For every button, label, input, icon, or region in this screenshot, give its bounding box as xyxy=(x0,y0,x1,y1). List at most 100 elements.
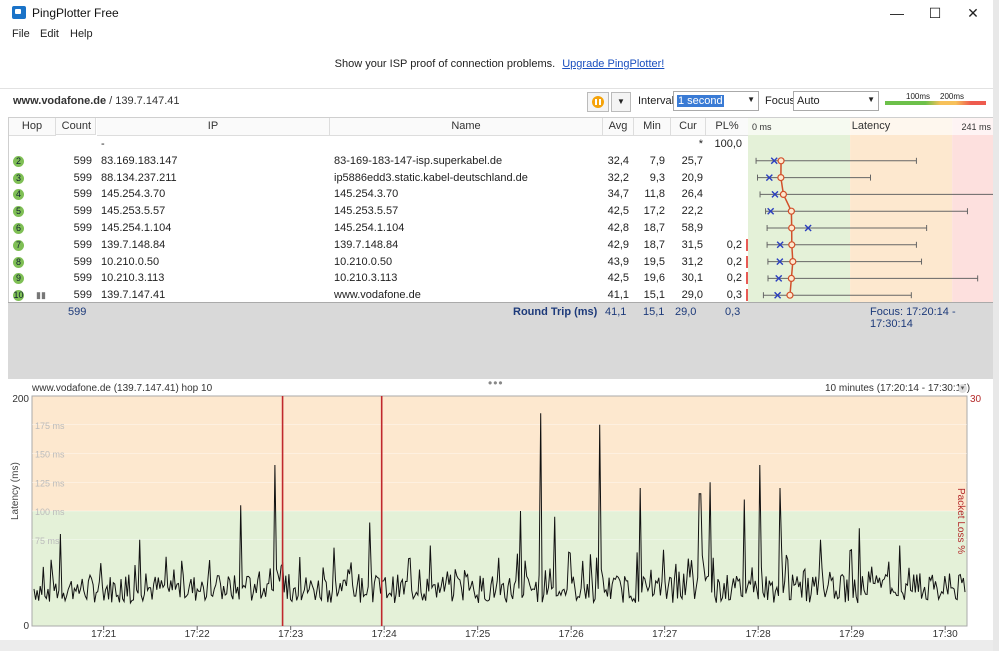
hop-badge: 2 xyxy=(13,155,24,167)
col-min[interactable]: Min xyxy=(634,118,671,136)
hop-pl xyxy=(706,203,742,219)
trace-table: Hop Count IP Name Avg Min Cur PL% - * 100,… xyxy=(8,117,995,305)
upgrade-link[interactable]: Upgrade PingPlotter! xyxy=(562,58,664,70)
graph-grid-label: 75 ms xyxy=(35,536,60,546)
hop-avg xyxy=(597,136,629,152)
chevron-down-icon: ▼ xyxy=(747,95,755,104)
hop-name: 145.254.3.70 xyxy=(334,188,399,201)
target-bar: www.vodafone.de / 139.7.147.41 ▼ Interva… xyxy=(0,88,999,115)
graph-x-tick: 17:26 xyxy=(559,629,584,640)
summary-cur: 29,0 xyxy=(675,306,697,318)
interval-value: 1 second xyxy=(677,95,724,107)
summary-row: 599 Round Trip (ms) 41,1 15,1 29,0 0,3 F… xyxy=(8,302,993,379)
summary-label: Round Trip (ms) xyxy=(513,306,598,318)
graph-x-tick: 17:30 xyxy=(933,629,958,640)
focus-label: Focus xyxy=(765,95,795,107)
hop-cur: 20,9 xyxy=(681,171,703,184)
hop-name: 145.253.5.57 xyxy=(334,205,399,218)
hop-name: 145.254.1.104 xyxy=(334,222,405,234)
graph-x-tick: 17:28 xyxy=(746,629,771,640)
hop-ip: 83.169.183.147 xyxy=(101,154,178,167)
hop-name: 139.7.148.84 xyxy=(334,238,399,251)
hop-pl xyxy=(706,153,742,169)
hop-avg: 42,5 xyxy=(607,205,629,218)
hop-pl: 0,2 xyxy=(726,238,742,251)
target-host: www.vodafone.de xyxy=(13,95,107,107)
hop-badge: 5 xyxy=(13,206,24,218)
graph-y2-tick: 30 xyxy=(970,394,982,405)
window-bottom-edge xyxy=(0,640,993,651)
latency-color-legend xyxy=(885,101,986,105)
col-pl[interactable]: PL% xyxy=(706,118,749,136)
hop-pl: 0,3 xyxy=(726,289,742,302)
hop-avg: 42,9 xyxy=(607,238,629,251)
hop-avg: 42,8 xyxy=(607,222,629,234)
hop-min: 19,6 xyxy=(643,272,665,285)
summary-avg: 41,1 xyxy=(605,306,627,318)
menu-file[interactable]: File xyxy=(12,28,30,40)
latency-avg-point xyxy=(788,224,796,232)
upgrade-banner: Show your ISP proof of connection proble… xyxy=(0,58,999,70)
col-hop[interactable]: Hop xyxy=(9,118,56,136)
hop-count: 599 xyxy=(73,188,92,201)
hop-min: 7,9 xyxy=(649,154,665,167)
legend-200ms: 200ms xyxy=(940,92,965,101)
hop-cur: 25,7 xyxy=(681,154,703,167)
graph-grid-label: 175 ms xyxy=(35,421,65,431)
latency-max-label: 241 ms xyxy=(961,122,991,132)
summary-count: 599 xyxy=(68,306,87,318)
hop-min: 18,7 xyxy=(643,222,665,234)
hop-pl: 0,2 xyxy=(726,272,742,285)
hop-count: 599 xyxy=(73,255,92,268)
menu-help[interactable]: Help xyxy=(70,28,93,40)
hop-badge: 10 xyxy=(13,290,24,302)
hop-name xyxy=(334,136,599,152)
latency-graph: 175 ms 150 ms 125 ms 100 ms 75 ms 200 0 30 17:21… xyxy=(12,394,982,640)
target-label: www.vodafone.de / 139.7.147.41 xyxy=(13,95,180,107)
pingplotter-logo-icon xyxy=(12,6,26,19)
minimize-button[interactable]: — xyxy=(882,4,912,22)
splitter-handle[interactable]: ••• xyxy=(488,376,504,390)
bar-chart-icon[interactable]: ▮▮ xyxy=(36,287,48,303)
hop-min: 19,5 xyxy=(643,255,665,268)
hop-avg: 41,1 xyxy=(607,289,629,302)
hop-cur: 31,5 xyxy=(681,238,703,251)
graph-y-tick: 0 xyxy=(23,621,29,632)
hop-pl xyxy=(706,186,742,202)
maximize-button[interactable]: ☐ xyxy=(920,4,950,22)
hop-badge: 4 xyxy=(13,189,24,201)
chevron-down-icon: ▼ xyxy=(867,95,875,104)
menu-edit[interactable]: Edit xyxy=(40,28,59,40)
focus-select[interactable]: Auto ▼ xyxy=(793,91,879,111)
pause-button[interactable] xyxy=(587,92,609,112)
latency-avg-point xyxy=(787,207,795,215)
hop-min xyxy=(633,136,665,152)
close-button[interactable]: ✕ xyxy=(958,4,988,22)
hop-cur: 30,1 xyxy=(681,272,703,285)
hop-count: 599 xyxy=(73,238,92,251)
hop-cur: * xyxy=(698,138,703,150)
hop-min: 17,2 xyxy=(643,205,665,218)
hop-ip: 10.210.3.113 xyxy=(101,272,165,285)
latency-min-label: 0 ms xyxy=(752,122,772,132)
col-cur[interactable]: Cur xyxy=(671,118,706,136)
hop-min: 15,1 xyxy=(643,289,665,302)
hop-ip: 145.254.3.70 xyxy=(101,188,166,201)
hop-cur: 29,0 xyxy=(681,289,703,302)
hop-count: 599 xyxy=(73,205,92,218)
hop-count xyxy=(49,136,92,152)
pause-dropdown-button[interactable]: ▼ xyxy=(611,92,631,112)
col-name[interactable]: Name xyxy=(330,118,603,136)
col-ip[interactable]: IP xyxy=(97,118,330,136)
col-avg[interactable]: Avg xyxy=(603,118,634,136)
pause-icon xyxy=(592,96,604,108)
hop-avg: 43,9 xyxy=(607,255,629,268)
latency-avg-point xyxy=(777,157,785,165)
hop-name: www.vodafone.de xyxy=(334,289,421,302)
col-count[interactable]: Count xyxy=(56,118,96,135)
interval-select[interactable]: 1 second ▼ xyxy=(673,91,759,111)
hop-ip: 10.210.0.50 xyxy=(101,255,160,268)
interval-label: Interval xyxy=(638,95,675,107)
banner-text: Show your ISP proof of connection proble… xyxy=(334,58,556,70)
graph-x-tick: 17:25 xyxy=(465,629,490,640)
